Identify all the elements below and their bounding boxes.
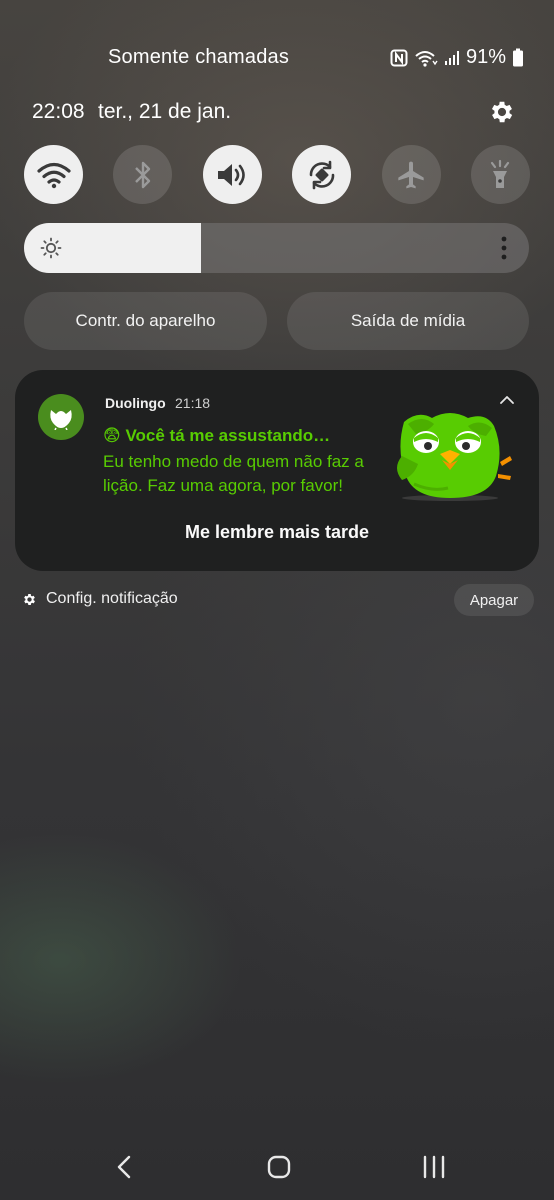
remind-later-button[interactable]: Me lembre mais tarde xyxy=(15,522,539,543)
media-output-button[interactable]: Saída de mídia xyxy=(287,292,529,350)
duo-owl-illustration xyxy=(397,413,512,501)
panel-header: 22:08 ter., 21 de jan. xyxy=(32,96,516,130)
carrier-status-text: Somente chamadas xyxy=(108,46,290,68)
brightness-slider[interactable] xyxy=(24,223,529,273)
airplane-icon xyxy=(398,161,424,188)
notification-settings-link[interactable]: Config. notificação xyxy=(22,590,178,608)
toggle-auto-rotate[interactable] xyxy=(292,145,352,204)
recents-icon[interactable] xyxy=(421,1154,447,1180)
home-icon[interactable] xyxy=(266,1154,292,1180)
nfc-icon xyxy=(390,49,408,66)
status-bar: Somente chamadas 91% xyxy=(0,42,554,74)
toggle-flashlight[interactable] xyxy=(470,145,530,204)
clock-time[interactable]: 22:08 xyxy=(32,100,85,124)
notification-app-name: Duolingo xyxy=(105,395,166,411)
owl-icon xyxy=(50,410,72,430)
toggle-airplane-mode[interactable] xyxy=(381,145,441,204)
gear-icon xyxy=(24,593,35,605)
toggle-wifi[interactable] xyxy=(24,145,83,204)
duolingo-app-icon xyxy=(38,394,84,440)
notification-time: 21:18 xyxy=(175,395,211,411)
sun-icon xyxy=(40,237,62,259)
back-icon[interactable] xyxy=(112,1154,138,1180)
wifi-call-icon xyxy=(415,50,438,67)
more-options-icon[interactable] xyxy=(501,236,507,260)
bluetooth-icon xyxy=(135,161,151,188)
notification-card[interactable]: Duolingo 21:18 😨 Você tá me assustando… … xyxy=(15,370,539,571)
toggle-sound[interactable] xyxy=(202,145,262,204)
notification-body: Eu tenho medo de quem não faz a lição. F… xyxy=(103,452,364,495)
notification-title: 😨 Você tá me assustando… xyxy=(103,426,331,445)
clear-all-button[interactable]: Apagar xyxy=(454,584,534,616)
rotate-icon xyxy=(309,160,334,189)
device-control-button[interactable]: Contr. do aparelho xyxy=(24,292,267,350)
battery-percent: 91% xyxy=(465,46,506,68)
speaker-icon xyxy=(218,163,246,186)
navigation-bar xyxy=(0,1146,554,1186)
wifi-icon xyxy=(36,162,71,188)
notification-settings-label: Config. notificação xyxy=(46,590,178,607)
clock-date[interactable]: ter., 21 de jan. xyxy=(98,100,231,124)
status-icons: 91% xyxy=(390,46,524,69)
chevron-up-icon[interactable] xyxy=(499,392,515,408)
notification-footer: Config. notificação Apagar xyxy=(22,584,534,616)
quick-settings-toggles xyxy=(24,145,530,205)
signal-icon xyxy=(444,50,459,65)
flashlight-icon xyxy=(491,159,510,188)
battery-icon xyxy=(513,48,523,66)
toggle-bluetooth[interactable] xyxy=(113,145,173,204)
gear-icon[interactable] xyxy=(488,98,516,126)
